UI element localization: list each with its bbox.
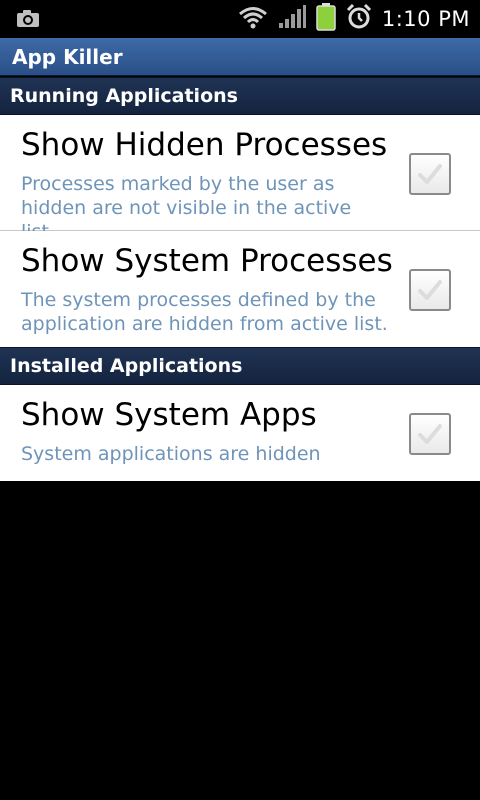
pref-show-system-apps[interactable]: Show System Apps System applications are…: [0, 385, 480, 481]
preferences-list: Running Applications Show Hidden Process…: [0, 77, 480, 481]
section-header-installed: Installed Applications: [0, 347, 480, 385]
pref-show-hidden-processes[interactable]: Show Hidden Processes Processes marked b…: [0, 115, 480, 243]
section-header-label: Running Applications: [10, 85, 238, 107]
app-title: App Killer: [12, 45, 123, 69]
signal-icon: [278, 5, 306, 33]
show-system-processes-checkbox[interactable]: [409, 269, 451, 311]
section-header-label: Installed Applications: [10, 355, 243, 377]
alarm-icon: [346, 3, 372, 34]
check-icon: [418, 424, 442, 444]
section-header-running: Running Applications: [0, 77, 480, 115]
check-icon: [418, 164, 442, 184]
empty-area: [0, 483, 480, 800]
wifi-icon: [238, 5, 268, 33]
pref-title: Show System Processes: [21, 243, 393, 279]
check-icon: [418, 280, 442, 300]
show-system-apps-checkbox[interactable]: [409, 413, 451, 455]
status-time: 1:10 PM: [381, 7, 470, 31]
status-bar: 1:10 PM: [0, 0, 480, 38]
title-bar: App Killer: [0, 38, 480, 76]
pref-title: Show Hidden Processes: [21, 127, 388, 163]
camera-icon: [16, 8, 40, 32]
pref-summary: System applications are hidden: [21, 443, 321, 465]
battery-icon: [316, 3, 336, 35]
pref-summary: The system processes defined by the appl…: [21, 289, 388, 335]
pref-show-system-processes[interactable]: Show System Processes The system process…: [0, 231, 480, 347]
pref-title: Show System Apps: [21, 397, 317, 433]
show-hidden-processes-checkbox[interactable]: [409, 153, 451, 195]
